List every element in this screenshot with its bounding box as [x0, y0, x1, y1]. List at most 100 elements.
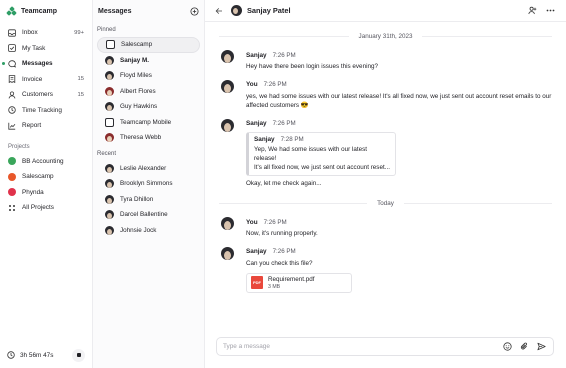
quote-text-line: It's all fixed now, we just sent out acc…: [254, 163, 390, 171]
sidebar-item-label: Report: [22, 122, 42, 130]
message-composer: [216, 337, 554, 356]
avatar: [221, 50, 234, 63]
chat-header: Sanjay Patel: [205, 0, 566, 22]
message-author: You: [246, 218, 258, 226]
conversation-item-teamcamp-mobile[interactable]: Teamcamp Mobile: [97, 115, 200, 131]
paperclip-icon: [520, 342, 528, 350]
attach-button[interactable]: [519, 341, 530, 352]
message-time: 7:26 PM: [263, 81, 287, 89]
conversation-item-salescamp[interactable]: Salescamp: [97, 37, 200, 53]
message-time: 7:26 PM: [272, 51, 296, 59]
message-author: Sanjay: [246, 51, 267, 59]
file-name: Requirement.pdf: [268, 275, 315, 283]
conversation-item-floyd[interactable]: Floyd Miles: [97, 68, 200, 84]
messages-icon: [8, 60, 16, 68]
stop-icon: [76, 353, 81, 357]
add-user-icon: [527, 6, 536, 15]
customers-icon: [8, 91, 16, 99]
teamcamp-logo-icon: [6, 5, 17, 16]
conversation-item-brooklyn[interactable]: Brooklyn Simmons: [97, 176, 200, 192]
send-icon: [537, 342, 546, 351]
message-body: You 7:26 PM Now, it's running properly.: [246, 217, 558, 239]
file-info: Requirement.pdf 3 MB: [268, 276, 315, 290]
message-time: 7:26 PM: [263, 218, 287, 226]
quoted-message[interactable]: Sanjay 7:28 PM Yep, We had some issues w…: [246, 131, 396, 176]
conversation-name: Sanjay M.: [120, 56, 150, 64]
message-meta: Sanjay 7:26 PM: [246, 119, 558, 129]
date-label: Today: [377, 199, 394, 207]
project-label: Salescamp: [22, 173, 54, 181]
conversation-name: Salescamp: [121, 41, 153, 49]
file-attachment[interactable]: PDF Requirement.pdf 3 MB: [246, 272, 352, 293]
date-divider: January 31th, 2023: [219, 30, 553, 42]
sidebar: Teamcamp Inbox 99+ My Task Messages Invo…: [0, 0, 93, 368]
conversation-list-header: Messages: [93, 0, 204, 22]
conversation-item-darcel[interactable]: Darcel Ballentine: [97, 207, 200, 223]
pdf-file-icon: PDF: [251, 276, 263, 290]
conversation-name: Guy Hawkins: [120, 103, 158, 111]
sidebar-item-label: My Task: [22, 44, 46, 52]
message-meta: Sanjay 7:26 PM: [246, 247, 558, 257]
avatar: [105, 55, 114, 65]
conversation-name: Darcel Ballentine: [120, 211, 168, 219]
sidebar-project-salescamp[interactable]: Salescamp: [0, 169, 92, 185]
add-member-button[interactable]: [526, 5, 538, 17]
inbox-count: 99+: [74, 29, 84, 36]
back-button[interactable]: [215, 7, 223, 15]
more-options-button[interactable]: [544, 5, 556, 17]
message-author: Sanjay: [246, 248, 267, 256]
conversation-item-albert[interactable]: Albert Flores: [97, 84, 200, 100]
message-text: Can you check this file?: [246, 259, 313, 267]
avatar: [105, 225, 114, 235]
sidebar-item-time-tracking[interactable]: Time Tracking: [0, 103, 92, 119]
divider-line: [403, 202, 552, 204]
message: You 7:26 PM yes, we had some issues with…: [205, 79, 566, 111]
sidebar-item-customers[interactable]: Customers 15: [0, 87, 92, 103]
conversation-item-sanjay[interactable]: Sanjay M.: [97, 53, 200, 69]
divider-line: [219, 35, 349, 37]
sidebar-item-invoice[interactable]: Invoice 15: [0, 72, 92, 88]
avatar: [105, 210, 114, 220]
brand-name: Teamcamp: [21, 7, 58, 15]
conversation-name: Brooklyn Simmons: [120, 180, 173, 188]
avatar: [221, 246, 234, 260]
sidebar-item-messages[interactable]: Messages: [0, 56, 92, 72]
message-input[interactable]: [223, 343, 496, 350]
conversation-name: Johnsie Jock: [120, 226, 157, 234]
sidebar-item-label: Time Tracking: [22, 106, 62, 114]
message-author: You: [246, 81, 258, 89]
new-message-button[interactable]: [190, 7, 199, 16]
conversation-item-johnsie[interactable]: Johnsie Jock: [97, 223, 200, 239]
project-label: Phynda: [22, 188, 44, 196]
arrow-left-icon: [215, 7, 222, 14]
chat-panel: Sanjay Patel January 31th, 2023 Sanjay 7…: [205, 0, 566, 368]
avatar: [221, 79, 234, 93]
conversation-name: Teamcamp Mobile: [120, 118, 172, 126]
sidebar-item-inbox[interactable]: Inbox 99+: [0, 25, 92, 41]
conversation-name: Tyra Dhillon: [120, 195, 154, 203]
avatar: [105, 71, 114, 81]
task-icon: [8, 44, 16, 53]
conversation-list: Messages Pinned Salescamp Sanjay M. Floy…: [93, 0, 205, 368]
sidebar-item-report[interactable]: Report: [0, 118, 92, 134]
conversation-item-theresa[interactable]: Theresa Webb: [97, 130, 200, 146]
avatar: [221, 217, 234, 231]
emoji-button[interactable]: [502, 341, 513, 352]
message-body: Sanjay 7:26 PM Hey have there been login…: [246, 50, 558, 72]
stop-timer-button[interactable]: [72, 348, 85, 362]
sidebar-item-all-projects[interactable]: All Projects: [0, 200, 92, 216]
clock-icon: [8, 106, 16, 114]
sidebar-project-bb-accounting[interactable]: BB Accounting: [0, 154, 92, 170]
sidebar-project-phynda[interactable]: Phynda: [0, 185, 92, 201]
message-meta: You 7:26 PM: [246, 217, 558, 227]
conversation-item-leslie[interactable]: Leslie Alexander: [97, 161, 200, 177]
avatar: [105, 179, 114, 189]
compose-icon: [190, 7, 199, 15]
conversation-item-tyra[interactable]: Tyra Dhillon: [97, 192, 200, 208]
conversation-name: Theresa Webb: [120, 134, 162, 142]
emoji-icon: [503, 342, 512, 351]
sidebar-item-my-task[interactable]: My Task: [0, 41, 92, 57]
send-button[interactable]: [536, 341, 547, 352]
inbox-icon: [8, 29, 16, 37]
conversation-item-guy[interactable]: Guy Hawkins: [97, 99, 200, 115]
